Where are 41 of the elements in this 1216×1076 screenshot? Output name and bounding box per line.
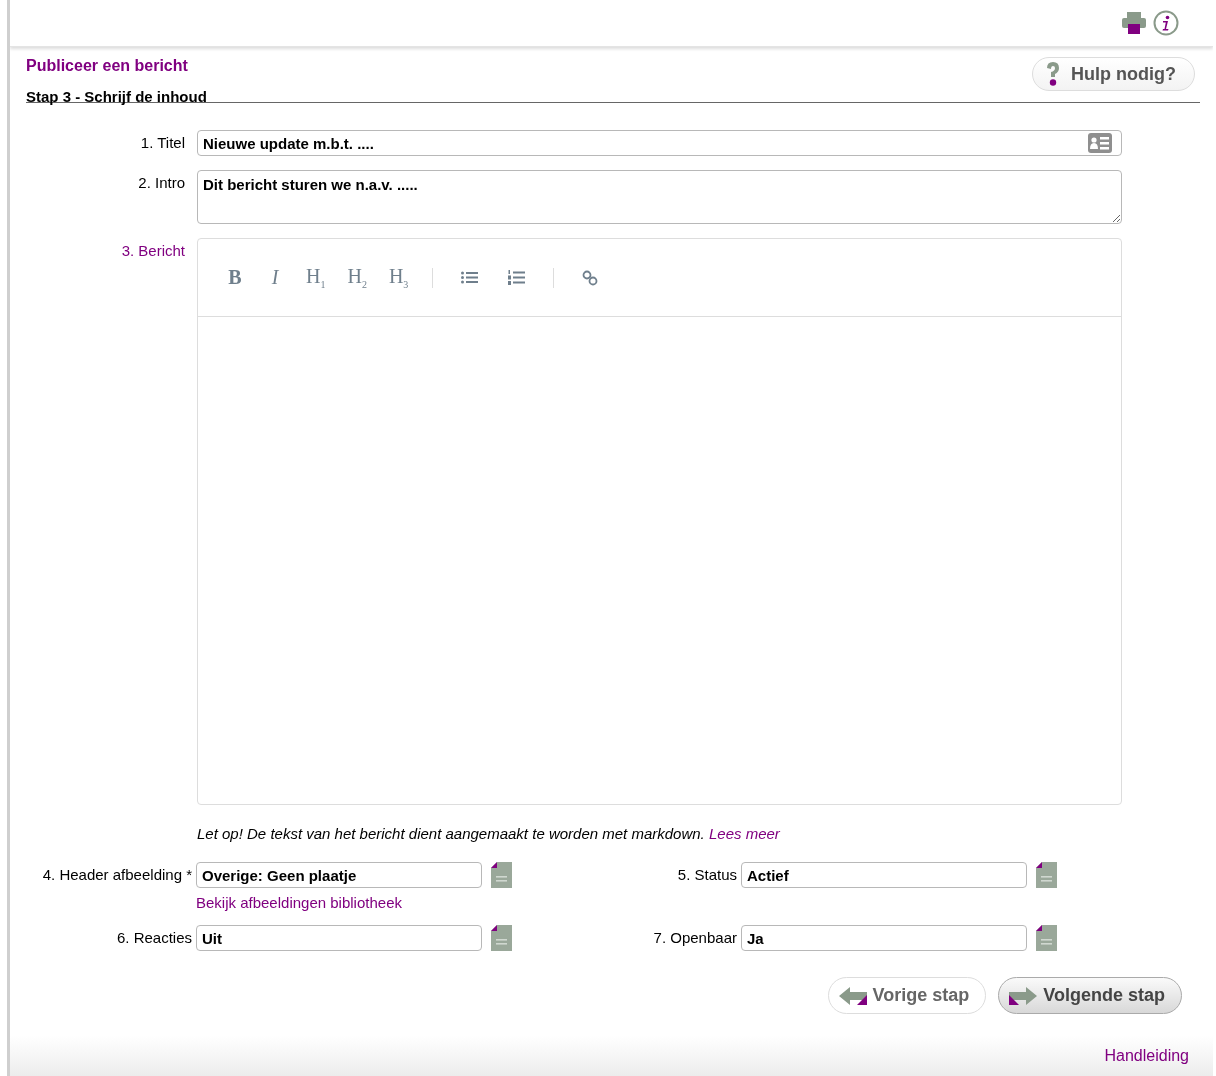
field-label: 6. Reacties (115, 928, 192, 946)
field-label: 7. Openbaar (652, 928, 737, 946)
help-button[interactable]: Hulp nodig? (1032, 57, 1195, 91)
info-icon[interactable] (1153, 10, 1179, 36)
option-field[interactable]: Actief (741, 862, 1027, 888)
document-icon[interactable] (491, 862, 512, 888)
left-arrow-icon (838, 986, 867, 1005)
field-label: 1. Titel (139, 133, 185, 151)
manual-link[interactable]: Handleiding (1104, 1047, 1189, 1065)
document-icon[interactable] (491, 925, 512, 951)
next-step-button[interactable]: Volgende stap (998, 977, 1182, 1014)
format-button[interactable]: I (260, 266, 290, 289)
read-more-link[interactable]: Lees meer (708, 825, 780, 842)
intro-field[interactable]: Dit bericht sturen we n.a.v. ..... (197, 170, 1122, 224)
link-icon[interactable] (582, 269, 599, 286)
format-button[interactable]: H$_{2}$ (341, 265, 373, 290)
format-button[interactable]: H$_{3}$ (382, 265, 415, 290)
markdown-note: Let op! De tekst van het bericht dient aangemaakt te worden met markdown. Lees meer (197, 825, 781, 842)
previous-step-button[interactable]: Vorige stap (827, 977, 987, 1014)
page-title: Publiceer een bericht (26, 57, 189, 75)
field-label: 3. Bericht (120, 241, 185, 259)
format-button[interactable]: H$_{1}$ (300, 265, 332, 290)
step-title: Stap 3 - Schrijf de inhoud (26, 88, 207, 105)
document-icon[interactable] (1036, 862, 1057, 888)
title-field[interactable]: Nieuwe update m.b.t. .... (197, 130, 1122, 156)
option-field[interactable]: Uit (196, 925, 482, 951)
markdown-editor[interactable]: B I H$_{1}$ H$_{2}$ H$_{3}$ (197, 238, 1122, 805)
contact-card-icon[interactable] (1088, 133, 1112, 153)
printer-icon[interactable] (1121, 11, 1147, 35)
field-label: 5. Status (676, 865, 737, 883)
option-field[interactable]: Ja (741, 925, 1027, 951)
bullet-list-icon[interactable] (461, 271, 479, 284)
document-icon[interactable] (1036, 925, 1057, 951)
option-field[interactable]: Overige: Geen plaatje (196, 862, 482, 888)
format-button[interactable]: B (220, 266, 250, 289)
field-label: 4. Header afbeelding * (41, 865, 192, 883)
question-mark-icon (1045, 61, 1062, 87)
numbered-list-icon[interactable] (508, 270, 526, 285)
right-arrow-icon (1009, 986, 1038, 1005)
field-label: 2. Intro (137, 173, 185, 191)
image-library-link[interactable]: Bekijk afbeeldingen bibliotheek (196, 894, 512, 911)
